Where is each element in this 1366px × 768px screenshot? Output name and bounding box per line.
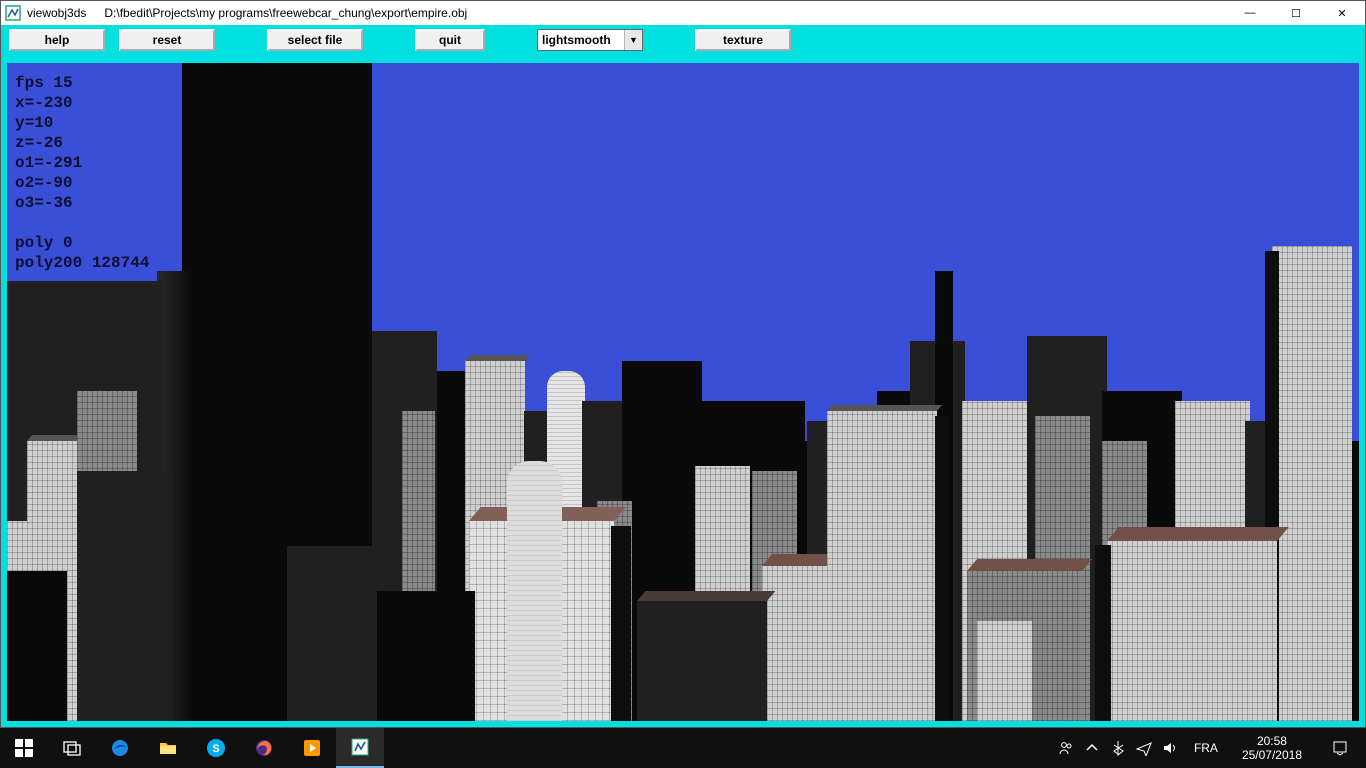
svg-text:S: S [212, 743, 219, 755]
taskbar-explorer[interactable] [144, 728, 192, 768]
app-icon [5, 5, 21, 21]
taskbar[interactable]: S FRA 20:58 25/07/2018 [0, 728, 1366, 768]
shading-dropdown-value: lightsmooth [538, 33, 624, 47]
file-path: D:\fbedit\Projects\my programs\freewebca… [104, 6, 467, 20]
help-button[interactable]: help [9, 29, 105, 51]
titlebar[interactable]: viewobj3ds D:\fbedit\Projects\my program… [1, 1, 1365, 25]
taskbar-app-active[interactable] [336, 728, 384, 768]
windows-icon [14, 738, 34, 758]
language-indicator[interactable]: FRA [1188, 741, 1224, 755]
texture-button[interactable]: texture [695, 29, 791, 51]
folder-icon [158, 738, 178, 758]
bluetooth-icon[interactable] [1110, 740, 1126, 756]
clock-time: 20:58 [1242, 734, 1302, 748]
app-icon [350, 737, 370, 757]
close-button[interactable]: ✕ [1319, 1, 1365, 25]
select-file-button[interactable]: select file [267, 29, 363, 51]
taskbar-mediaplayer[interactable] [288, 728, 336, 768]
app-title: viewobj3ds [27, 6, 86, 20]
clock-date: 25/07/2018 [1242, 748, 1302, 762]
chevron-up-icon[interactable] [1084, 740, 1100, 756]
shading-dropdown[interactable]: lightsmooth ▼ [537, 29, 643, 51]
taskbar-skype[interactable]: S [192, 728, 240, 768]
clock[interactable]: 20:58 25/07/2018 [1234, 734, 1310, 762]
edge-icon [110, 738, 130, 758]
airplane-icon[interactable] [1136, 740, 1152, 756]
city-render [7, 63, 1359, 721]
taskview-button[interactable] [48, 728, 96, 768]
taskbar-edge[interactable] [96, 728, 144, 768]
firefox-icon [254, 738, 274, 758]
volume-icon[interactable] [1162, 740, 1178, 756]
taskview-icon [62, 738, 82, 758]
skype-icon: S [206, 738, 226, 758]
chevron-down-icon: ▼ [624, 30, 642, 50]
people-icon[interactable] [1058, 740, 1074, 756]
viewport-border: fps 15 x=-230 y=10 z=-26 o1=-291 o2=-90 … [1, 57, 1365, 727]
minimize-button[interactable]: — [1227, 1, 1273, 25]
quit-button[interactable]: quit [415, 29, 485, 51]
mediaplayer-icon [302, 738, 322, 758]
taskbar-firefox[interactable] [240, 728, 288, 768]
notification-icon [1332, 740, 1348, 756]
stats-overlay: fps 15 x=-230 y=10 z=-26 o1=-291 o2=-90 … [15, 73, 149, 273]
reset-button[interactable]: reset [119, 29, 215, 51]
maximize-button[interactable]: ☐ [1273, 1, 1319, 25]
start-button[interactable] [0, 728, 48, 768]
system-tray: FRA 20:58 25/07/2018 [1058, 728, 1366, 768]
3d-viewport[interactable]: fps 15 x=-230 y=10 z=-26 o1=-291 o2=-90 … [7, 63, 1359, 721]
notifications-button[interactable] [1320, 728, 1360, 768]
app-window: viewobj3ds D:\fbedit\Projects\my program… [0, 0, 1366, 728]
toolbar: help reset select file quit lightsmooth … [1, 25, 1365, 57]
window-controls: — ☐ ✕ [1227, 1, 1365, 25]
